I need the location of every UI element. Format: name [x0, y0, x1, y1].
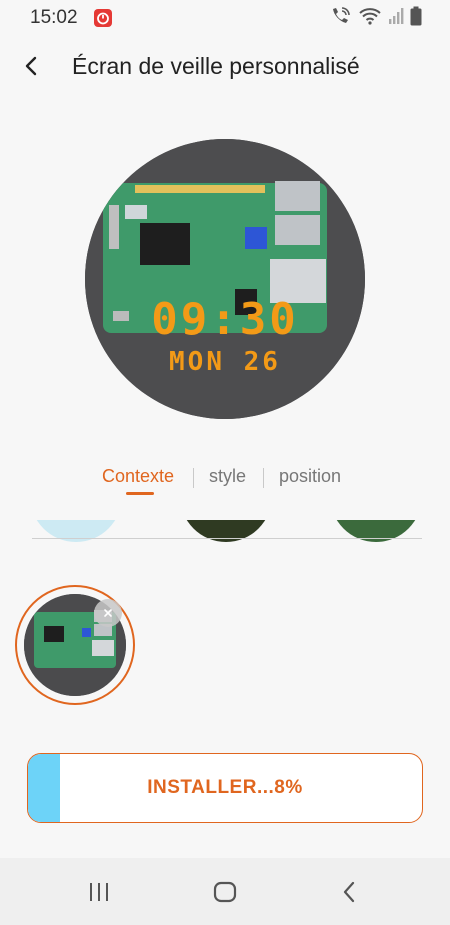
back-arrow-icon [25, 56, 37, 76]
settings-tabs: Contexte style position [0, 458, 450, 498]
install-button[interactable]: INSTALLER...8% [27, 753, 423, 823]
app-bar: Écran de veille personnalisé [0, 36, 450, 98]
back-button[interactable] [14, 48, 50, 84]
wifi-call-icon [330, 6, 352, 31]
recent-apps-button[interactable] [79, 876, 119, 908]
install-label: INSTALLER...8% [147, 777, 303, 798]
home-button[interactable] [205, 876, 245, 908]
tab-style[interactable]: style [209, 466, 246, 487]
close-icon [104, 609, 112, 617]
tab-contexte[interactable]: Contexte [102, 466, 174, 487]
wifi-icon [358, 6, 382, 31]
preview-clock-date: MON 26 [169, 347, 281, 377]
navigation-bar [0, 858, 450, 925]
nav-back-button[interactable] [330, 876, 370, 908]
back-icon [343, 881, 355, 903]
raspberry-pi-image [85, 139, 365, 419]
status-icons [330, 6, 422, 31]
picker-divider [32, 538, 422, 539]
page-title: Écran de veille personnalisé [72, 53, 360, 79]
tab-position[interactable]: position [279, 466, 341, 487]
recent-apps-icon [90, 883, 108, 901]
remove-thumbnail-button[interactable] [94, 599, 122, 627]
background-picker-strip [0, 520, 450, 554]
battery-icon [410, 6, 422, 31]
signal-icon [388, 7, 404, 30]
preview-clock-time: 09:30 [151, 294, 299, 345]
status-time: 15:02 [30, 7, 78, 28]
app-notification-icon [94, 9, 112, 27]
home-icon [213, 881, 237, 903]
status-bar: 15:02 [0, 0, 450, 36]
tab-divider [263, 468, 264, 488]
tab-divider [193, 468, 194, 488]
active-tab-indicator [126, 492, 154, 495]
screensaver-preview: 09:30 MON 26 [85, 139, 365, 419]
